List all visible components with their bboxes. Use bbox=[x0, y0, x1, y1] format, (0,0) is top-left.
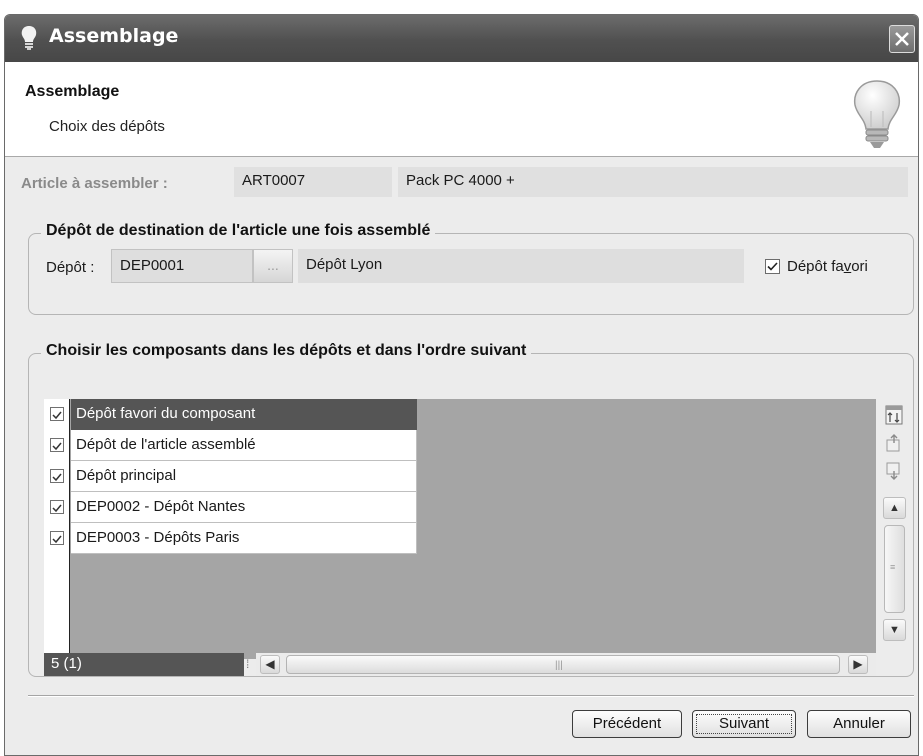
splitter-grip-icon[interactable]: ⁞ bbox=[246, 657, 249, 671]
horizontal-scroll-thumb[interactable]: ||| bbox=[286, 655, 840, 674]
article-code-field: ART0007 bbox=[234, 167, 392, 197]
favorite-label-part: ori bbox=[851, 258, 868, 275]
cancel-button[interactable]: Annuler bbox=[807, 710, 911, 738]
list-side-toolbar: ▲ ≡ ▼ bbox=[880, 399, 910, 643]
close-button[interactable] bbox=[889, 25, 915, 53]
depot-browse-button[interactable]: ... bbox=[253, 249, 293, 283]
favorite-depot-label[interactable]: Dépôt favori bbox=[787, 258, 868, 275]
vertical-scroll-thumb[interactable]: ≡ bbox=[884, 525, 905, 613]
depot-code-input[interactable]: DEP0001 bbox=[111, 249, 253, 283]
list-item[interactable]: DEP0003 - Dépôts Paris bbox=[44, 523, 417, 554]
list-item-label[interactable]: DEP0003 - Dépôts Paris bbox=[71, 523, 417, 554]
destination-group: Dépôt de destination de l'article une fo… bbox=[28, 222, 914, 315]
header-title: Assemblage bbox=[25, 83, 120, 100]
components-group: Choisir les composants dans les dépôts e… bbox=[28, 342, 914, 677]
scroll-left-button[interactable]: ◀ bbox=[260, 655, 280, 674]
title-bar[interactable]: Assemblage bbox=[5, 15, 918, 62]
list-item-label[interactable]: Dépôt favori du composant bbox=[71, 399, 417, 430]
checkmark-icon bbox=[52, 442, 62, 451]
checkmark-icon bbox=[52, 504, 62, 513]
grip-icon: ||| bbox=[555, 660, 563, 671]
header-subtitle: Choix des dépôts bbox=[49, 118, 165, 135]
footer-separator bbox=[28, 695, 914, 697]
depot-label: Dépôt : bbox=[46, 259, 95, 276]
list-item[interactable]: Dépôt favori du composant bbox=[44, 399, 417, 430]
row-checkbox[interactable] bbox=[50, 407, 64, 421]
depot-order-list[interactable]: Dépôt favori du composant Dépôt de l'art… bbox=[44, 399, 876, 659]
move-up-icon bbox=[886, 434, 900, 452]
list-footer: 5 (1) ⁞ ◀ ||| ▶ bbox=[44, 653, 876, 676]
next-button[interactable]: Suivant bbox=[692, 710, 796, 738]
list-item-label[interactable]: Dépôt de l'article assemblé bbox=[71, 430, 417, 461]
article-name-field: Pack PC 4000 + bbox=[398, 167, 908, 197]
move-down-button[interactable] bbox=[883, 459, 905, 483]
article-row: Article à assembler : ART0007 Pack PC 40… bbox=[5, 157, 918, 205]
focus-ring bbox=[696, 714, 792, 734]
favorite-label-part: Dépôt fa bbox=[787, 258, 844, 275]
reorder-icon bbox=[885, 405, 903, 425]
grip-icon: ≡ bbox=[890, 562, 896, 572]
assemblage-dialog: Assemblage Assemblage Choix des dépôts A… bbox=[4, 14, 919, 756]
move-down-icon bbox=[886, 462, 900, 480]
row-checkbox[interactable] bbox=[50, 469, 64, 483]
list-item-label[interactable]: Dépôt principal bbox=[71, 461, 417, 492]
lightbulb-icon bbox=[849, 79, 905, 155]
row-checkbox[interactable] bbox=[50, 531, 64, 545]
checkmark-icon bbox=[767, 262, 778, 271]
scroll-right-button[interactable]: ▶ bbox=[848, 655, 868, 674]
horizontal-scrollbar[interactable]: ◀ ||| ▶ bbox=[256, 653, 876, 676]
wizard-header: Assemblage Choix des dépôts bbox=[5, 62, 918, 157]
window-title: Assemblage bbox=[49, 25, 179, 47]
scroll-up-button[interactable]: ▲ bbox=[883, 497, 906, 519]
reorder-button[interactable] bbox=[883, 403, 905, 427]
lightbulb-icon bbox=[19, 25, 39, 51]
close-icon bbox=[895, 32, 909, 46]
checkmark-icon bbox=[52, 535, 62, 544]
components-legend: Choisir les composants dans les dépôts e… bbox=[41, 342, 532, 360]
row-checkbox[interactable] bbox=[50, 500, 64, 514]
vertical-scrollbar[interactable]: ▲ ≡ ▼ bbox=[882, 495, 908, 643]
list-item[interactable]: DEP0002 - Dépôt Nantes bbox=[44, 492, 417, 523]
row-count-badge: 5 (1) bbox=[44, 653, 244, 676]
list-item-label[interactable]: DEP0002 - Dépôt Nantes bbox=[71, 492, 417, 523]
row-checkbox[interactable] bbox=[50, 438, 64, 452]
favorite-depot-checkbox[interactable] bbox=[765, 259, 780, 274]
checkmark-icon bbox=[52, 411, 62, 420]
depot-name-field: Dépôt Lyon bbox=[298, 249, 744, 283]
previous-button[interactable]: Précédent bbox=[572, 710, 682, 738]
checkmark-icon bbox=[52, 473, 62, 482]
list-item[interactable]: Dépôt de l'article assemblé bbox=[44, 430, 417, 461]
article-label: Article à assembler : bbox=[21, 175, 168, 192]
move-up-button[interactable] bbox=[883, 431, 905, 455]
destination-legend: Dépôt de destination de l'article une fo… bbox=[41, 222, 436, 240]
scroll-down-button[interactable]: ▼ bbox=[883, 619, 906, 641]
list-item[interactable]: Dépôt principal bbox=[44, 461, 417, 492]
